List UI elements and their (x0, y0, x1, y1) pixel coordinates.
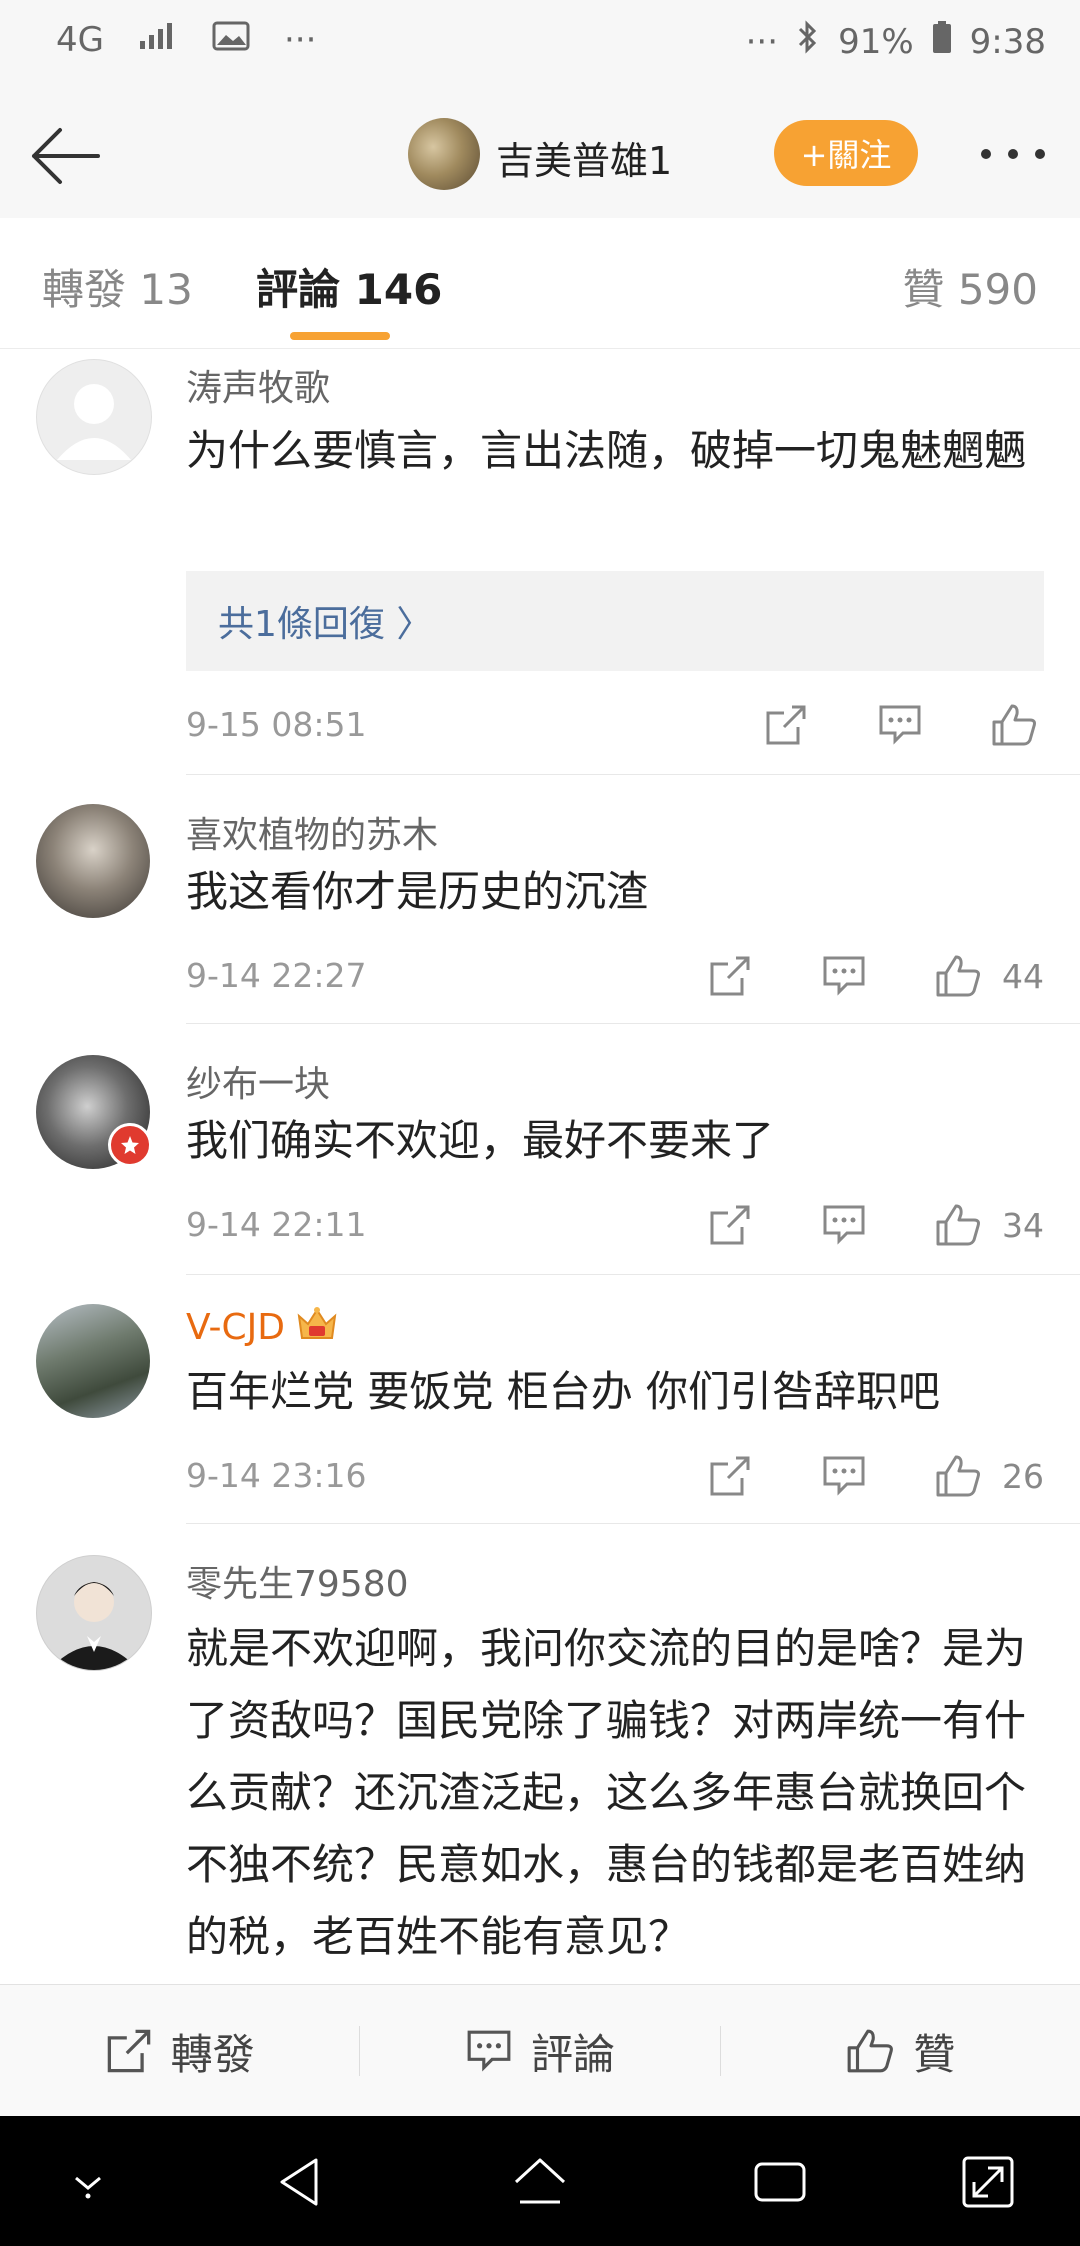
recents-nav-button[interactable] (750, 2152, 810, 2212)
like-icon[interactable] (984, 695, 1044, 755)
like-icon[interactable] (928, 1446, 988, 1506)
like-icon[interactable] (928, 1195, 988, 1255)
more-options-button[interactable] (976, 136, 1050, 172)
replies-link-label: 共1條回復 〉 (218, 604, 433, 645)
like-count: 44 (1002, 956, 1044, 996)
image-icon (212, 20, 250, 60)
comment-divider (186, 1523, 1080, 1524)
comment-time: 9-15 08:51 (186, 705, 367, 744)
system-navigation-bar (0, 2116, 1080, 2246)
vip-crown-icon (295, 1304, 339, 1350)
comment-actions: 44 (700, 946, 1044, 1006)
expand-icon (962, 2156, 1014, 2208)
share-icon (107, 2029, 150, 2073)
home-icon (514, 2158, 566, 2204)
tab-comments[interactable]: 評論 146 (256, 256, 442, 317)
tab-repost[interactable]: 轉發 13 (42, 256, 193, 317)
comment-text: 我这看你才是历史的沉渣 (186, 867, 649, 916)
like-button[interactable]: 贊 (721, 2021, 1080, 2082)
comment-item: 涛声牧歌 为什么要慎言，言出法随，破掉一切鬼魅魍魉 共1條回復 〉 9-15 0… (0, 349, 1080, 775)
more-status-dots: ··· (745, 21, 779, 62)
comment-label: 評論 (530, 2029, 615, 2079)
back-arrow-icon (32, 128, 100, 184)
comment-time: 9-14 22:11 (186, 1205, 367, 1244)
bottom-action-bar: 轉發 評論 贊 (0, 1984, 1080, 2117)
page-header: 吉美普雄1 +關注 (0, 90, 1080, 219)
repost-label: 轉發 (170, 2029, 255, 2079)
active-tab-indicator (290, 332, 390, 340)
comment-username[interactable]: 零先生79580 (186, 1555, 409, 1607)
comment-text: 就是不欢迎啊，我问你交流的目的是啥？是为了资敌吗？国民党除了骗钱？对两岸统一有什… (186, 1624, 1027, 1961)
battery-icon (932, 20, 952, 63)
home-nav-button[interactable] (510, 2152, 570, 2212)
comment-actions: 34 (700, 1195, 1044, 1255)
chevron-down-icon (75, 2176, 101, 2199)
tab-likes[interactable]: 贊 590 (902, 256, 1038, 317)
comment-text: 我们确实不欢迎，最好不要来了 (186, 1116, 775, 1165)
back-nav-button[interactable] (272, 2152, 332, 2212)
reply-icon[interactable] (814, 946, 874, 1006)
battery-percent: 91% (838, 21, 914, 62)
comment-username[interactable]: 涛声牧歌 (186, 359, 330, 411)
back-button[interactable] (24, 116, 104, 196)
comment-icon (467, 2030, 511, 2072)
tab-bar: 轉發 13 評論 146 贊 590 (0, 218, 1080, 349)
more-dots-icon (981, 149, 1045, 159)
user-avatar[interactable] (36, 1555, 152, 1671)
comment-button[interactable]: 評論 (360, 2021, 719, 2082)
comment-username[interactable]: 喜欢植物的苏木 (186, 806, 438, 858)
user-avatar[interactable] (36, 804, 150, 918)
comment-divider (186, 1274, 1080, 1275)
comment-text: 为什么要慎言，言出法随，破掉一切鬼魅魍魉 (186, 426, 1027, 475)
reply-icon[interactable] (814, 1195, 874, 1255)
user-avatar[interactable] (36, 1304, 150, 1418)
like-icon[interactable] (928, 946, 988, 1006)
comment-item: 喜欢植物的苏木 我这看你才是历史的沉渣 9-14 22:27 44 (0, 776, 1080, 1024)
author-name[interactable]: 吉美普雄1 (496, 130, 672, 185)
comment-actions: 26 (700, 1446, 1044, 1506)
like-label: 贊 (913, 2029, 956, 2079)
comment-time: 9-14 23:16 (186, 1456, 367, 1495)
share-icon[interactable] (756, 695, 816, 755)
comment-item: 零先生79580 就是不欢迎啊，我问你交流的目的是啥？是为了资敌吗？国民党除了骗… (0, 1525, 1080, 1984)
repost-button[interactable]: 轉發 (0, 2021, 359, 2082)
default-avatar-icon[interactable] (36, 359, 152, 475)
share-icon[interactable] (700, 1195, 760, 1255)
bluetooth-icon (796, 20, 820, 63)
follow-button[interactable]: +關注 (774, 120, 918, 186)
network-indicator: 4G (56, 20, 104, 60)
share-icon[interactable] (700, 946, 760, 1006)
triangle-back-icon (280, 2158, 318, 2206)
comment-item: V-CJD 百年烂党 要饭党 柜台办 你们引咎辞职吧 9-14 23:16 26 (0, 1276, 1080, 1524)
more-notifications-dots: ··· (283, 20, 317, 60)
replies-link[interactable]: 共1條回復 〉 (186, 571, 1044, 671)
share-icon[interactable] (700, 1446, 760, 1506)
comment-time: 9-14 22:27 (186, 956, 367, 995)
verified-badge-icon (108, 1123, 152, 1167)
like-icon (847, 2029, 894, 2073)
author-avatar[interactable] (408, 118, 480, 190)
comment-username[interactable]: V-CJD (186, 1307, 285, 1348)
recents-icon (754, 2162, 806, 2202)
like-count: 34 (1002, 1205, 1044, 1245)
user-avatar[interactable] (36, 1055, 152, 1169)
signal-icon (138, 20, 178, 60)
comment-divider (186, 1023, 1080, 1024)
username-row: V-CJD (186, 1304, 339, 1350)
status-bar: 4G ··· ··· 91% 9:38 (0, 0, 1080, 90)
comment-username[interactable]: 纱布一块 (186, 1055, 330, 1107)
clock: 9:38 (969, 21, 1046, 62)
reply-icon[interactable] (870, 695, 930, 755)
reply-icon[interactable] (814, 1446, 874, 1506)
comment-divider (186, 774, 1080, 775)
comment-actions (756, 695, 1044, 755)
comment-text: 百年烂党 要饭党 柜台办 你们引咎辞职吧 (186, 1367, 941, 1416)
comment-item: 纱布一块 我们确实不欢迎，最好不要来了 9-14 22:11 34 (0, 1025, 1080, 1275)
hide-keyboard-button[interactable] (58, 2152, 118, 2212)
like-count: 26 (1002, 1456, 1044, 1496)
fullscreen-nav-button[interactable] (958, 2152, 1018, 2212)
